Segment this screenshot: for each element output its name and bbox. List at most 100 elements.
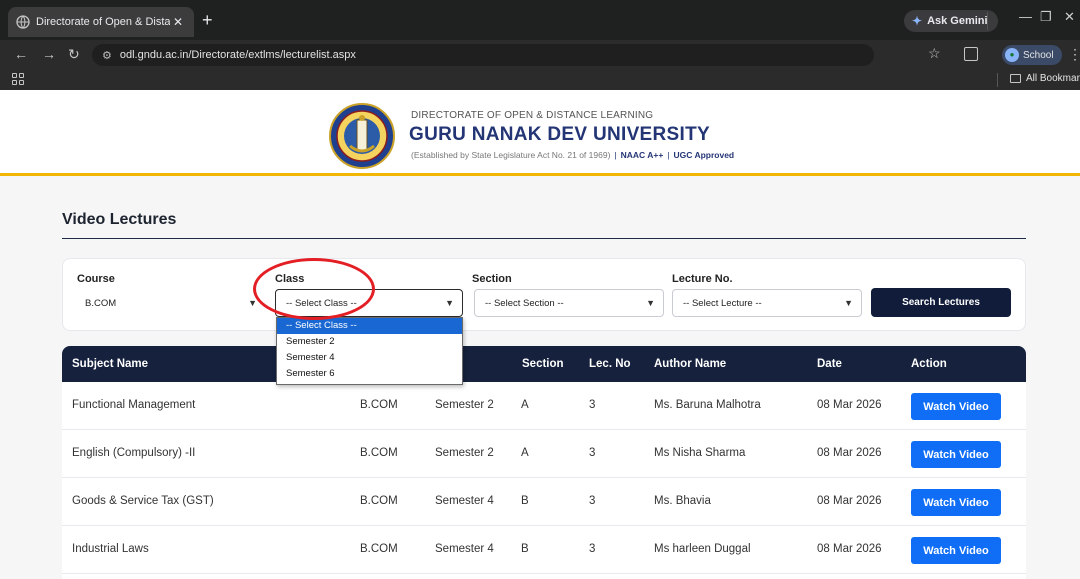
university-logo-icon <box>329 103 395 169</box>
section-cell: A <box>521 399 529 411</box>
folder-icon <box>1010 74 1021 83</box>
extensions-icon[interactable] <box>964 47 978 61</box>
forward-icon[interactable]: → <box>42 46 56 62</box>
reload-icon[interactable]: ↻ <box>68 46 80 63</box>
restore-icon[interactable]: ❐ <box>1040 9 1052 25</box>
course-cell: B.COM <box>360 543 398 555</box>
all-bookmarks-label: All Bookmarks <box>1026 73 1080 84</box>
column-lec-no: Lec. No <box>589 358 631 370</box>
site-info-icon[interactable]: ⚙ <box>102 49 112 62</box>
apps-icon[interactable] <box>12 73 24 85</box>
column-date: Date <box>817 358 842 370</box>
class-cell: Semester 4 <box>435 495 494 507</box>
lec-no-cell: 3 <box>589 543 596 555</box>
date-cell: 08 Mar 2026 <box>817 447 882 459</box>
table-row: Functional Management B.COM Semester 2 A… <box>62 382 1026 430</box>
watch-video-button[interactable]: Watch Video <box>911 441 1001 468</box>
date-cell: 08 Mar 2026 <box>817 399 882 411</box>
chevron-down-icon: ▼ <box>445 298 454 308</box>
globe-icon <box>16 15 30 29</box>
date-cell: 08 Mar 2026 <box>817 495 882 507</box>
avatar: ● <box>1005 48 1019 62</box>
tab-title: Directorate of Open & Distance <box>36 16 170 28</box>
establishment-line: (Established by State Legislature Act No… <box>411 150 734 160</box>
back-icon[interactable]: ← <box>14 46 28 62</box>
dropdown-option[interactable]: Semester 6 <box>277 366 462 382</box>
profile-button[interactable]: ● School <box>1002 45 1062 65</box>
browser-tab-bar: Directorate of Open & Distance ✕ + ✦ Ask… <box>0 0 1080 40</box>
lecture-select[interactable]: -- Select Lecture -- ▼ <box>672 289 862 317</box>
lec-no-cell: 3 <box>589 495 596 507</box>
class-dropdown-list: -- Select Class -- Semester 2 Semester 4… <box>276 317 463 385</box>
course-cell: B.COM <box>360 495 398 507</box>
author-cell: Ms Nisha Sharma <box>654 447 746 459</box>
minimize-icon[interactable]: — <box>1019 9 1032 24</box>
divider <box>987 12 988 30</box>
date-cell: 08 Mar 2026 <box>817 543 882 555</box>
class-cell: Semester 2 <box>435 447 494 459</box>
url-text: odl.gndu.ac.in/Directorate/extlms/lectur… <box>119 49 356 61</box>
divider <box>997 73 998 87</box>
table-row: Industrial Laws B.COM Semester 4 B 3 Ms … <box>62 526 1026 574</box>
established-text: (Established by State Legislature Act No… <box>411 150 611 160</box>
section-label: Section <box>472 273 512 285</box>
dropdown-option[interactable]: Semester 2 <box>277 334 462 350</box>
title-divider <box>62 238 1026 239</box>
new-tab-icon[interactable]: + <box>202 10 213 30</box>
course-select[interactable]: B.COM ▼ <box>74 289 266 317</box>
section-cell: A <box>521 447 529 459</box>
course-label: Course <box>77 273 115 285</box>
subject-cell: English (Compulsory) -II <box>72 447 196 459</box>
table-row: Goods & Service Tax (GST) B.COM Semester… <box>62 478 1026 526</box>
column-subject: Subject Name <box>72 358 149 370</box>
profile-label: School <box>1023 49 1054 61</box>
annotation-circle <box>253 258 375 320</box>
separator: | <box>667 150 670 160</box>
browser-tab[interactable]: Directorate of Open & Distance ✕ <box>8 7 194 37</box>
lec-no-cell: 3 <box>589 399 596 411</box>
university-title: GURU NANAK DEV UNIVERSITY <box>409 124 710 145</box>
subject-cell: Industrial Laws <box>72 543 149 555</box>
subject-cell: Functional Management <box>72 399 196 411</box>
watch-video-button[interactable]: Watch Video <box>911 489 1001 516</box>
lectures-table: Subject Name Section Lec. No Author Name… <box>62 346 1026 579</box>
url-bar[interactable]: ⚙ odl.gndu.ac.in/Directorate/extlms/lect… <box>92 44 874 66</box>
column-section: Section <box>522 358 564 370</box>
dropdown-option[interactable]: Semester 4 <box>277 350 462 366</box>
watch-video-button[interactable]: Watch Video <box>911 537 1001 564</box>
ugc-badge: UGC Approved <box>673 150 735 160</box>
lec-no-cell: 3 <box>589 447 596 459</box>
lecture-value: -- Select Lecture -- <box>683 297 762 309</box>
column-action: Action <box>911 358 947 370</box>
course-cell: B.COM <box>360 399 398 411</box>
course-cell: B.COM <box>360 447 398 459</box>
sparkle-icon: ✦ <box>912 14 923 28</box>
watch-video-button[interactable]: Watch Video <box>911 393 1001 420</box>
ask-gemini-button[interactable]: ✦ Ask Gemini <box>904 10 998 32</box>
bookmark-star-icon[interactable]: ☆ <box>928 45 941 62</box>
address-toolbar: ← → ↻ ⚙ odl.gndu.ac.in/Directorate/extlm… <box>0 40 1080 70</box>
bookmarks-bar: All Bookmarks <box>0 70 1080 90</box>
separator: | <box>614 150 617 160</box>
class-cell: Semester 2 <box>435 399 494 411</box>
section-cell: B <box>521 495 529 507</box>
class-cell: Semester 4 <box>435 543 494 555</box>
chevron-down-icon: ▼ <box>844 298 853 308</box>
close-window-icon[interactable]: ✕ <box>1064 9 1075 25</box>
chevron-down-icon: ▼ <box>646 298 655 308</box>
menu-icon[interactable]: ⋮ <box>1068 46 1080 63</box>
author-cell: Ms. Baruna Malhotra <box>654 399 761 411</box>
ask-gemini-label: Ask Gemini <box>927 15 988 27</box>
all-bookmarks-button[interactable]: All Bookmarks <box>1010 73 1080 84</box>
section-select[interactable]: -- Select Section -- ▼ <box>474 289 664 317</box>
lecture-label: Lecture No. <box>672 273 733 285</box>
table-header: Subject Name Section Lec. No Author Name… <box>62 346 1026 382</box>
close-tab-icon[interactable]: ✕ <box>170 15 186 29</box>
section-cell: B <box>521 543 529 555</box>
page-title: Video Lectures <box>62 211 177 228</box>
directorate-subtitle: DIRECTORATE OF OPEN & DISTANCE LEARNING <box>411 110 654 121</box>
naac-badge: NAAC A++ <box>620 150 664 160</box>
dropdown-option[interactable]: -- Select Class -- <box>277 318 462 334</box>
search-lectures-button[interactable]: Search Lectures <box>871 288 1011 317</box>
author-cell: Ms harleen Duggal <box>654 543 751 555</box>
